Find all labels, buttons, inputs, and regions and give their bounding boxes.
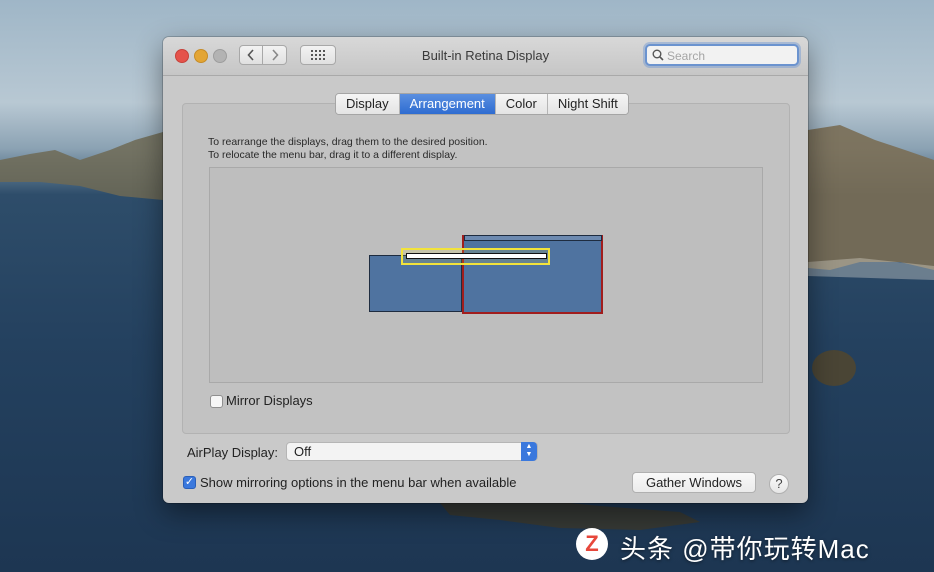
airplay-display-label: AirPlay Display: (187, 445, 279, 460)
arrangement-instructions: To rearrange the displays, drag them to … (208, 136, 488, 162)
chevron-up-down-icon: ▲ ▼ (521, 442, 537, 461)
search-input[interactable] (665, 47, 794, 65)
watermark-text: 头条 @带你玩转Mac (620, 534, 870, 564)
tab-color[interactable]: Color (495, 94, 548, 114)
watermark-logo: Z (576, 528, 608, 560)
show-mirroring-checkbox[interactable]: ✓ (183, 476, 196, 489)
tab-display[interactable]: Display (336, 94, 400, 114)
tab-bar: Display Arrangement Color Night Shift (335, 93, 629, 115)
airplay-display-select[interactable]: Off ▲ ▼ (286, 442, 538, 461)
help-button[interactable]: ? (769, 474, 789, 494)
instruction-line-2: To relocate the menu bar, drag it to a d… (208, 149, 458, 161)
display-arrangement-area (209, 167, 763, 383)
search-field[interactable] (645, 44, 799, 66)
title-bar: Built-in Retina Display (163, 37, 808, 76)
main-display[interactable] (462, 235, 603, 314)
show-mirroring-label: Show mirroring options in the menu bar w… (200, 475, 517, 490)
airplay-display-value: Off (294, 444, 312, 459)
main-display-top-edge (464, 235, 602, 241)
menu-bar-handle[interactable] (406, 253, 547, 259)
tab-arrangement[interactable]: Arrangement (399, 94, 496, 114)
gather-windows-button[interactable]: Gather Windows (632, 472, 756, 493)
search-icon (652, 49, 664, 61)
instruction-line-1: To rearrange the displays, drag them to … (208, 136, 488, 148)
preferences-window: Built-in Retina Display Display Arrangem… (163, 37, 808, 503)
mirror-displays-checkbox[interactable] (210, 395, 223, 408)
tab-night-shift[interactable]: Night Shift (547, 94, 628, 114)
mirror-displays-label: Mirror Displays (226, 393, 313, 408)
